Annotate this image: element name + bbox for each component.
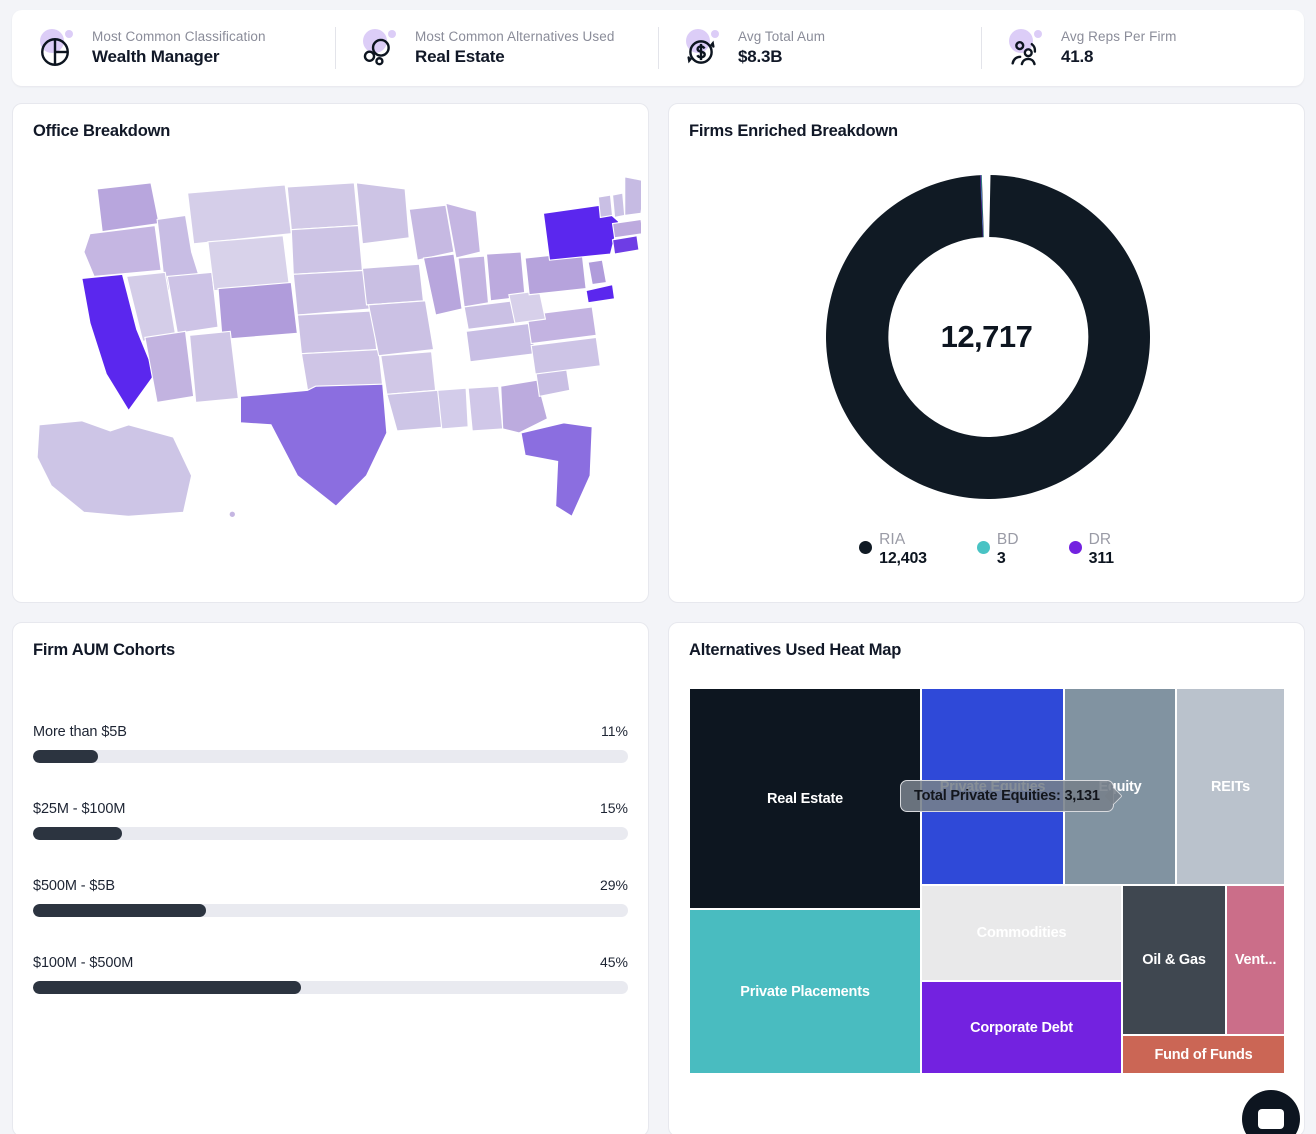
cohort-percent: 15% (599, 800, 628, 816)
legend-color-swatch (976, 541, 990, 554)
treemap-tile-label: Fund of Funds (1154, 1046, 1253, 1063)
legend-item-dr[interactable]: DR 311 (1068, 531, 1114, 568)
donut-center-total: 12,717 (940, 319, 1033, 354)
list-item[interactable]: $500M - $5B 29% (33, 877, 628, 917)
treemap-tooltip: Total Private Equities: 3,131 (900, 780, 1114, 812)
treemap-tile-commodities[interactable]: Commodities (921, 885, 1122, 981)
kpi-value: $8.3B (738, 47, 783, 66)
cohort-percent: 45% (599, 954, 628, 970)
list-item[interactable]: $25M - $100M 15% (33, 800, 628, 840)
kpi-avg-reps-per-firm: Avg Reps Per Firm 41.8 (981, 10, 1304, 86)
treemap-chart: Real Estate Private Equities Equity REIT… (689, 688, 1285, 1074)
kpi-value: Real Estate (415, 47, 505, 66)
progress-fill (33, 981, 301, 994)
people-icon (1005, 27, 1047, 69)
cohort-percent: 11% (601, 723, 628, 739)
aum-cohort-list: More than $5B 11% $25M - $100M 15% $500M… (33, 723, 628, 994)
card-office-breakdown: Office Breakdown (12, 103, 649, 603)
legend-item-ria[interactable]: RIA 12,403 (859, 531, 927, 568)
treemap-tile-fund-of-funds[interactable]: Fund of Funds (1122, 1035, 1285, 1074)
progress-fill (33, 904, 206, 917)
cohort-label: $500M - $5B (33, 878, 115, 894)
treemap-tile-real-estate[interactable]: Real Estate (689, 688, 921, 909)
kpi-value: 41.8 (1061, 47, 1094, 66)
page-title: Alternatives Used Heat Map (689, 641, 902, 659)
treemap-tile-label: Commodities (976, 925, 1067, 941)
card-firms-enriched-breakdown: Firms Enriched Breakdown 12,717 RIA 12,4… (668, 103, 1305, 603)
treemap-tile-private-placements[interactable]: Private Placements (689, 909, 921, 1074)
progress-fill (33, 827, 123, 840)
cohort-label: More than $5B (33, 724, 127, 740)
map-states (36, 176, 646, 518)
treemap-tile-oil-and-gas[interactable]: Oil & Gas (1122, 885, 1226, 1035)
treemap-tile-venture[interactable]: Vent... (1226, 885, 1285, 1035)
treemap-tile-label: Oil & Gas (1142, 952, 1206, 968)
progress-track (33, 981, 628, 994)
page-title: Firm AUM Cohorts (33, 641, 175, 659)
kpi-label: Avg Reps Per Firm (1061, 29, 1177, 44)
legend-color-swatch (1068, 541, 1082, 554)
pie-chart-icon (36, 27, 78, 69)
kpi-label: Most Common Classification (92, 29, 266, 44)
card-firm-aum-cohorts: Firm AUM Cohorts More than $5B 11% $25M … (12, 622, 649, 1134)
progress-fill (33, 750, 99, 763)
cohort-label: $100M - $500M (33, 955, 134, 971)
dashboard-page: Most Common Classification Wealth Manage… (0, 0, 1316, 1134)
cohort-percent: 29% (599, 877, 628, 893)
legend-label: BD (996, 531, 1019, 548)
treemap-tile-reits[interactable]: REITs (1176, 688, 1285, 885)
treemap-tile-label: Private Placements (740, 983, 870, 1000)
kpi-most-common-alternatives-used: Most Common Alternatives Used Real Estat… (335, 10, 658, 86)
progress-track (33, 827, 628, 840)
cohort-label: $25M - $100M (33, 801, 126, 817)
list-item[interactable]: More than $5B 11% (33, 723, 628, 763)
legend-value: 3 (996, 550, 1006, 567)
legend-label: DR (1088, 531, 1112, 548)
page-title: Firms Enriched Breakdown (689, 122, 898, 140)
progress-track (33, 750, 628, 763)
legend-value: 12,403 (879, 550, 927, 567)
progress-track (33, 904, 628, 917)
treemap-tile-label: REITs (1210, 778, 1251, 795)
bubbles-icon (359, 27, 401, 69)
list-item[interactable]: $100M - $500M 45% (33, 954, 628, 994)
kpi-label: Most Common Alternatives Used (415, 29, 615, 44)
dollar-refresh-icon (682, 27, 724, 69)
treemap-tile-corporate-debt[interactable]: Corporate Debt (921, 981, 1122, 1074)
chat-bubble-icon (1258, 1109, 1284, 1129)
map-svg (36, 176, 646, 518)
treemap-tile-label: Real Estate (767, 790, 843, 807)
treemap-tile-label: Corporate Debt (970, 1019, 1073, 1036)
legend-value: 311 (1088, 550, 1114, 567)
kpi-label: Avg Total Aum (738, 29, 826, 44)
card-alternatives-heat-map: Alternatives Used Heat Map Real Estate P… (668, 622, 1305, 1134)
kpi-value: Wealth Manager (92, 47, 220, 66)
donut-legend: RIA 12,403 BD 3 DR 311 (669, 531, 1304, 568)
page-title: Office Breakdown (33, 122, 171, 140)
treemap-tile-label: Vent... (1234, 952, 1277, 968)
legend-label: RIA (879, 531, 906, 548)
kpi-summary-bar: Most Common Classification Wealth Manage… (12, 10, 1304, 86)
legend-item-bd[interactable]: BD 3 (976, 531, 1019, 568)
dashboard-card-grid: Office Breakdown Firms Enriched Breakdow… (12, 103, 1305, 1134)
us-choropleth-map[interactable] (31, 164, 646, 584)
kpi-most-common-classification: Most Common Classification Wealth Manage… (12, 10, 335, 86)
legend-color-swatch (859, 541, 873, 554)
donut-chart[interactable]: 12,717 (669, 152, 1304, 522)
kpi-avg-total-aum: Avg Total Aum $8.3B (658, 10, 981, 86)
